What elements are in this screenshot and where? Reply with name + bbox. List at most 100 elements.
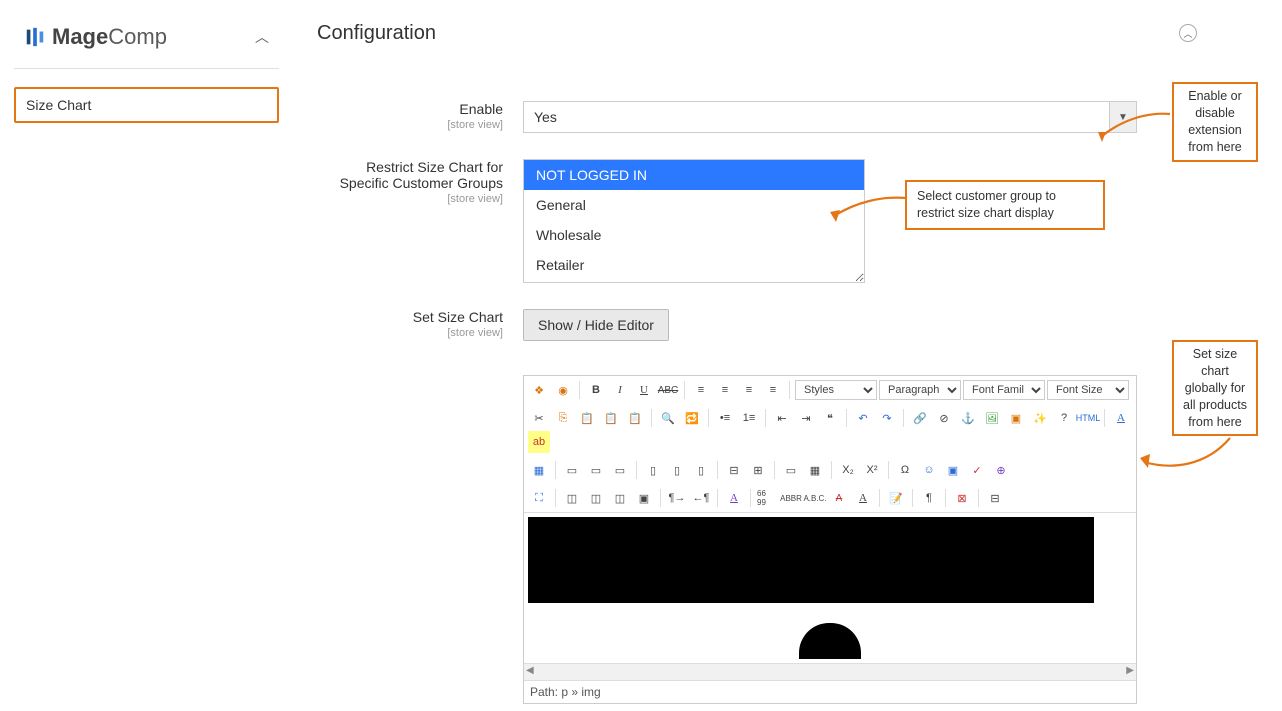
nonbreaking-icon[interactable]: ⊠	[951, 487, 973, 509]
table-icon[interactable]: ▦	[528, 459, 550, 481]
underline-icon[interactable]: U	[633, 379, 655, 401]
delete-row-icon[interactable]: ▭	[609, 459, 631, 481]
media-icon[interactable]: ▣	[1005, 407, 1027, 429]
editor-body[interactable]	[524, 513, 1136, 663]
cut-icon[interactable]: ✂	[528, 407, 550, 429]
anchor-icon[interactable]: ⚓	[957, 407, 979, 429]
copy-icon[interactable]: ⎘	[552, 407, 574, 429]
separator-icon	[846, 409, 847, 427]
option-not-logged-in[interactable]: NOT LOGGED IN	[524, 160, 864, 190]
font-size-select[interactable]: Font Size	[1047, 380, 1129, 400]
sidebar-item-label: Size Chart	[26, 97, 91, 113]
toolbar-row-4: ⛶ ◫ ◫ ◫ ▣ ¶→ ←¶ A 66 99 ABBR A.B.C. A A …	[524, 484, 1136, 512]
paste-icon[interactable]: 📋	[576, 407, 598, 429]
style-props-icon[interactable]: A	[723, 487, 745, 509]
col-before-icon[interactable]: ▯	[642, 459, 664, 481]
html-icon[interactable]: HTML	[1077, 407, 1099, 429]
restrict-scope: [store view]	[317, 193, 503, 205]
brand-suffix: Comp	[108, 24, 167, 49]
row-before-icon[interactable]: ▭	[561, 459, 583, 481]
find-icon[interactable]: 🔍	[657, 407, 679, 429]
restrict-multiselect[interactable]: NOT LOGGED IN General Wholesale Retailer	[523, 159, 865, 283]
styles-select[interactable]: Styles	[795, 380, 877, 400]
undo-icon[interactable]: ↶	[852, 407, 874, 429]
acronym-icon[interactable]: A.B.C.	[804, 487, 826, 509]
delete-col-icon[interactable]: ▯	[690, 459, 712, 481]
help-icon[interactable]: ?	[1053, 407, 1075, 429]
iespell-icon[interactable]: ✓	[966, 459, 988, 481]
layer-forward-icon[interactable]: ◫	[585, 487, 607, 509]
bullet-list-icon[interactable]: •≡	[714, 407, 736, 429]
option-wholesale[interactable]: Wholesale	[524, 220, 864, 250]
unlink-icon[interactable]: ⊘	[933, 407, 955, 429]
layer-back-icon[interactable]: ◫	[609, 487, 631, 509]
italic-icon[interactable]: I	[609, 379, 631, 401]
visualchars-icon[interactable]: ¶	[918, 487, 940, 509]
row-props-icon[interactable]: ▭	[780, 459, 802, 481]
del-icon[interactable]: A	[828, 487, 850, 509]
image-icon[interactable]: 🖼	[981, 407, 1003, 429]
align-left-icon[interactable]: ≡	[690, 379, 712, 401]
format-select[interactable]: Paragraph	[879, 380, 961, 400]
enable-select[interactable]	[523, 101, 1137, 133]
backcolor-icon[interactable]: ab	[528, 431, 550, 453]
cell-props-icon[interactable]: ▦	[804, 459, 826, 481]
forecolor-icon[interactable]: A	[1110, 407, 1132, 429]
separator-icon	[579, 381, 580, 399]
emoticon-icon[interactable]: ☺	[918, 459, 940, 481]
link-icon[interactable]: 🔗	[909, 407, 931, 429]
redo-icon[interactable]: ↷	[876, 407, 898, 429]
row-set-chart-labelcol: Set Size Chart [store view]	[317, 309, 523, 339]
config-panel: Configuration ︿ Enable [store view] ▼ Re…	[317, 22, 1197, 704]
toggle-editor-button[interactable]: Show / Hide Editor	[523, 309, 669, 341]
sidebar: MageComp ︿ Size Chart	[14, 10, 279, 123]
fullscreen-icon[interactable]: ⛶	[528, 487, 550, 509]
ins-icon[interactable]: A	[852, 487, 874, 509]
blockquote-icon[interactable]: ❝	[819, 407, 841, 429]
separator-icon	[1104, 409, 1105, 427]
collapse-section-icon[interactable]: ︿	[1179, 24, 1197, 42]
sub-icon[interactable]: X₂	[837, 459, 859, 481]
option-general[interactable]: General	[524, 190, 864, 220]
cite-icon[interactable]: 66 99	[756, 487, 778, 509]
paste-word-icon[interactable]: 📋	[624, 407, 646, 429]
indent-icon[interactable]: ⇥	[795, 407, 817, 429]
separator-icon	[651, 409, 652, 427]
number-list-icon[interactable]: 1≡	[738, 407, 760, 429]
rtl-icon[interactable]: ←¶	[690, 487, 712, 509]
advhr-icon[interactable]: ⊕	[990, 459, 1012, 481]
attribs-icon[interactable]: 📝	[885, 487, 907, 509]
col-after-icon[interactable]: ▯	[666, 459, 688, 481]
bold-icon[interactable]: B	[585, 379, 607, 401]
option-retailer[interactable]: Retailer	[524, 250, 864, 280]
sidebar-item-size-chart[interactable]: Size Chart	[14, 87, 279, 123]
pagebreak-icon[interactable]: ⊟	[984, 487, 1006, 509]
outdent-icon[interactable]: ⇤	[771, 407, 793, 429]
align-justify-icon[interactable]: ≡	[762, 379, 784, 401]
layer-icon[interactable]: ◫	[561, 487, 583, 509]
row-set-chart: Set Size Chart [store view] Show / Hide …	[317, 309, 1197, 341]
ltr-icon[interactable]: ¶→	[666, 487, 688, 509]
font-family-select[interactable]: Font Family	[963, 380, 1045, 400]
variable-icon[interactable]: ◉	[552, 379, 574, 401]
row-after-icon[interactable]: ▭	[585, 459, 607, 481]
cleanup-icon[interactable]: ✨	[1029, 407, 1051, 429]
strikethrough-icon[interactable]: ABC	[657, 379, 679, 401]
charmap-icon[interactable]: Ω	[894, 459, 916, 481]
abbr-icon[interactable]: ABBR	[780, 487, 802, 509]
widget-icon[interactable]: ❖	[528, 379, 550, 401]
set-chart-label: Set Size Chart	[413, 309, 503, 325]
separator-icon	[888, 461, 889, 479]
split-cells-icon[interactable]: ⊟	[723, 459, 745, 481]
replace-icon[interactable]: 🔁	[681, 407, 703, 429]
media2-icon[interactable]: ▣	[942, 459, 964, 481]
align-center-icon[interactable]: ≡	[714, 379, 736, 401]
sidebar-section-header[interactable]: MageComp ︿	[14, 10, 279, 69]
layer-abs-icon[interactable]: ▣	[633, 487, 655, 509]
horizontal-scrollbar[interactable]	[524, 663, 1136, 680]
align-right-icon[interactable]: ≡	[738, 379, 760, 401]
sup-icon[interactable]: X²	[861, 459, 883, 481]
separator-icon	[789, 381, 790, 399]
paste-text-icon[interactable]: 📋	[600, 407, 622, 429]
merge-cells-icon[interactable]: ⊞	[747, 459, 769, 481]
